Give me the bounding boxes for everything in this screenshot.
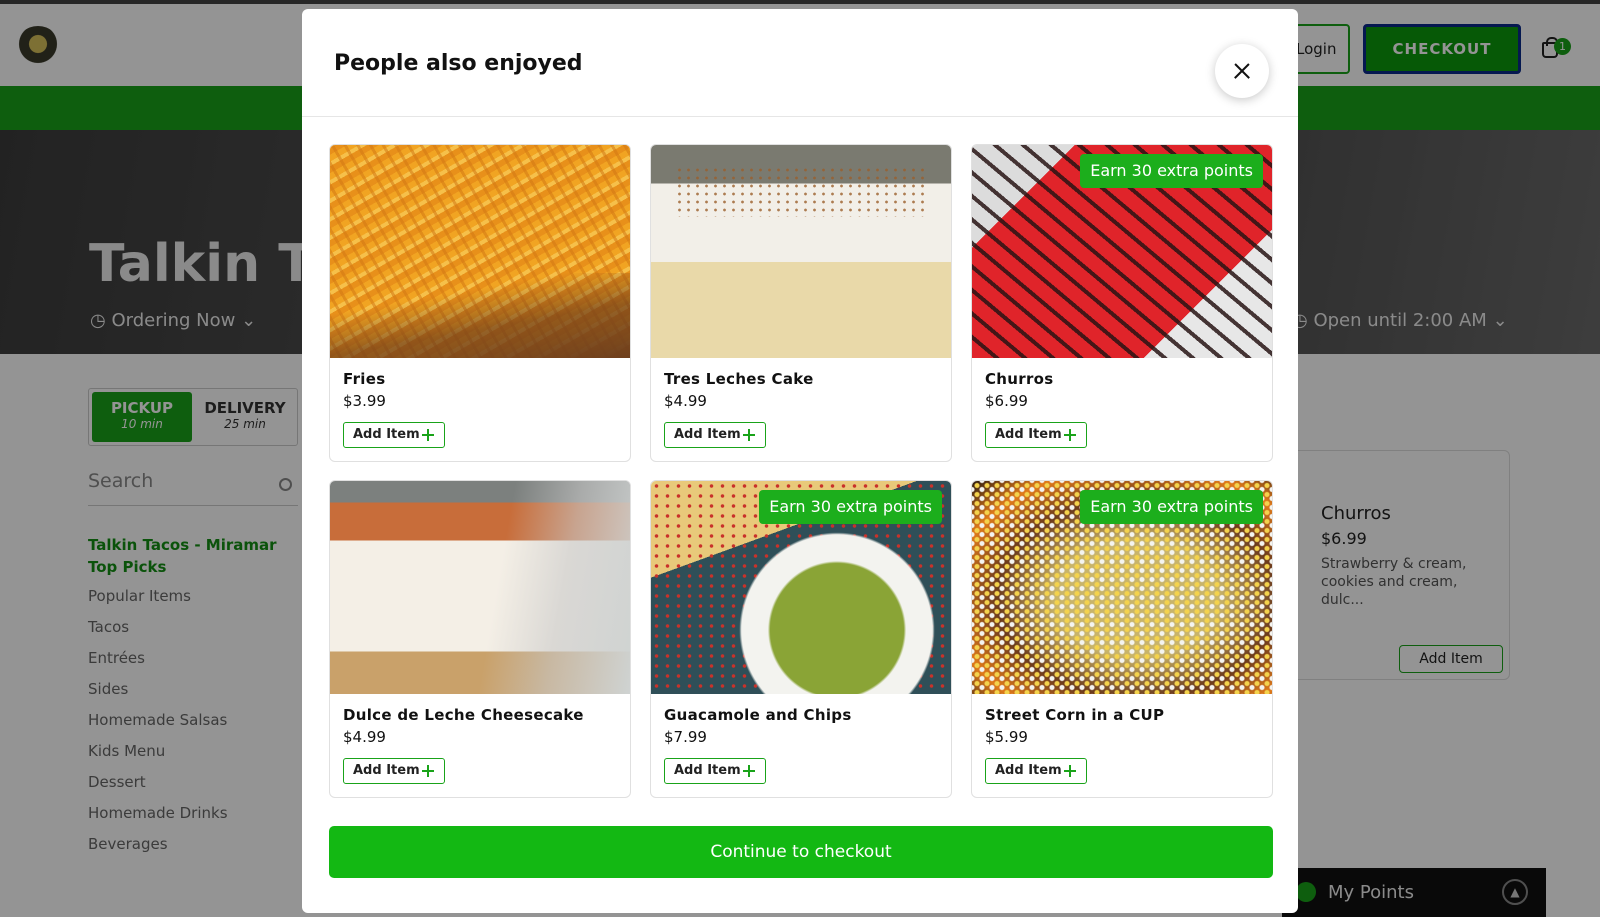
item-price: $3.99: [343, 392, 386, 410]
plus-icon: [422, 429, 434, 441]
upsell-card-street-corn[interactable]: Earn 30 extra points Street Corn in a CU…: [971, 480, 1273, 798]
upsell-card-cheesecake[interactable]: Dulce de Leche Cheesecake $4.99 Add Item: [329, 480, 631, 798]
upsell-card-tres-leches[interactable]: Tres Leches Cake $4.99 Add Item: [650, 144, 952, 462]
add-item-button[interactable]: Add Item: [985, 758, 1087, 784]
add-item-button[interactable]: Add Item: [664, 422, 766, 448]
add-item-label: Add Item: [995, 763, 1062, 778]
plus-icon: [743, 765, 755, 777]
continue-to-checkout-button[interactable]: Continue to checkout: [329, 826, 1273, 878]
item-name: Street Corn in a CUP: [985, 706, 1165, 724]
plus-icon: [1064, 765, 1076, 777]
plus-icon: [422, 765, 434, 777]
add-item-label: Add Item: [995, 427, 1062, 442]
upsell-card-guacamole[interactable]: Earn 30 extra points Guacamole and Chips…: [650, 480, 952, 798]
item-name: Guacamole and Chips: [664, 706, 852, 724]
add-item-label: Add Item: [674, 763, 741, 778]
item-name: Fries: [343, 370, 386, 388]
add-item-label: Add Item: [353, 763, 420, 778]
item-price: $6.99: [985, 392, 1028, 410]
add-item-label: Add Item: [674, 427, 741, 442]
points-badge: Earn 30 extra points: [759, 490, 942, 524]
add-item-button[interactable]: Add Item: [664, 758, 766, 784]
points-badge: Earn 30 extra points: [1080, 154, 1263, 188]
upsell-card-fries[interactable]: Fries $3.99 Add Item: [329, 144, 631, 462]
fries-image: [330, 145, 630, 358]
tres-leches-image: [651, 145, 951, 358]
item-price: $4.99: [664, 392, 707, 410]
item-price: $5.99: [985, 728, 1028, 746]
close-modal-button[interactable]: [1215, 44, 1269, 98]
upsell-card-churros[interactable]: Earn 30 extra points Churros $6.99 Add I…: [971, 144, 1273, 462]
modal-title: People also enjoyed: [334, 51, 583, 76]
points-badge: Earn 30 extra points: [1080, 490, 1263, 524]
add-item-label: Add Item: [353, 427, 420, 442]
modal-header: People also enjoyed: [302, 9, 1298, 117]
add-item-button[interactable]: Add Item: [343, 422, 445, 448]
item-price: $4.99: [343, 728, 386, 746]
plus-icon: [1064, 429, 1076, 441]
cheesecake-image: [330, 481, 630, 694]
add-item-button[interactable]: Add Item: [343, 758, 445, 784]
item-name: Dulce de Leche Cheesecake: [343, 706, 584, 724]
upsell-modal: People also enjoyed Fries $3.99 Add Item…: [302, 9, 1298, 913]
add-item-button[interactable]: Add Item: [985, 422, 1087, 448]
item-name: Tres Leches Cake: [664, 370, 814, 388]
item-price: $7.99: [664, 728, 707, 746]
item-name: Churros: [985, 370, 1054, 388]
plus-icon: [743, 429, 755, 441]
